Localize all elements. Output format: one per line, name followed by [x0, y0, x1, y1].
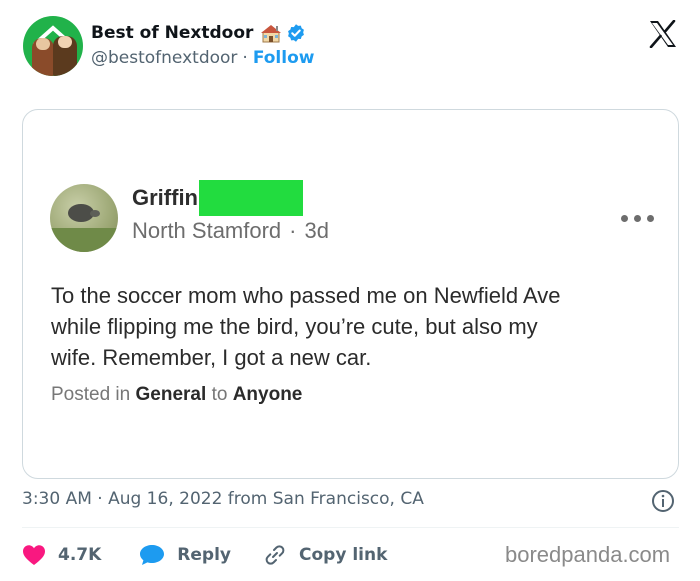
- speech-bubble-icon: [140, 545, 165, 565]
- link-icon: [265, 545, 285, 565]
- info-icon[interactable]: [651, 489, 675, 513]
- like-count: 4.7K: [58, 545, 102, 565]
- account-avatar[interactable]: [23, 16, 83, 76]
- post-body: To the soccer mom who passed me on Newfi…: [51, 280, 661, 373]
- house-emoji-icon: [261, 25, 282, 43]
- posted-in-line: Posted in General to Anyone: [51, 384, 302, 406]
- follow-button[interactable]: Follow: [253, 48, 315, 68]
- post-body-line: To the soccer mom who passed me on Newfi…: [51, 283, 561, 308]
- more-dot: [634, 214, 641, 222]
- watermark: boredpanda.com: [505, 542, 671, 567]
- more-dot: [621, 214, 628, 222]
- puppet-left-face: [36, 38, 50, 50]
- post-body-line: wife. Remember, I got a new car.: [51, 345, 372, 370]
- posted-in-prefix: Posted in: [51, 384, 131, 405]
- post-author-avatar[interactable]: [50, 184, 118, 252]
- heart-icon: [23, 545, 45, 565]
- post-body-line: while flipping me the bird, you’re cute,…: [51, 314, 538, 339]
- display-name-row: Best of Nextdoor: [91, 21, 306, 45]
- x-logo-icon[interactable]: [648, 20, 678, 48]
- turtle-head: [90, 210, 100, 217]
- post-meta: North Stamford · 3d: [132, 218, 329, 244]
- copy-link-label: Copy link: [299, 545, 388, 565]
- to-word: to: [211, 384, 228, 405]
- reply-label: Reply: [177, 545, 231, 565]
- divider: [22, 527, 679, 528]
- more-options-icon[interactable]: [621, 211, 661, 225]
- like-button[interactable]: 4.7K: [22, 544, 101, 566]
- post-author-row: Griffin: [132, 180, 303, 216]
- copy-link-button[interactable]: Copy link: [263, 543, 387, 567]
- account-handle[interactable]: @bestofnextdoor: [91, 48, 237, 68]
- embedded-post-card[interactable]: Griffin North Stamford · 3d To the socce…: [22, 109, 679, 479]
- more-dot: [647, 214, 654, 222]
- avatar-grass: [50, 228, 118, 252]
- reply-button[interactable]: Reply: [139, 544, 231, 566]
- handle-row: @bestofnextdoor · Follow: [91, 48, 314, 68]
- timestamp-text[interactable]: 3:30 AM · Aug 16, 2022 from San Francisc…: [22, 489, 424, 509]
- post-age: 3d: [304, 218, 329, 243]
- meta-separator: ·: [289, 218, 297, 243]
- tweet-header: Best of Nextdoor @bestofnextdoor · Follo…: [0, 0, 700, 92]
- tweet-timestamp[interactable]: 3:30 AM · Aug 16, 2022 from San Francisc…: [22, 489, 424, 509]
- post-audience: Anyone: [232, 384, 303, 405]
- handle-separator: ·: [242, 48, 248, 68]
- post-author-name[interactable]: Griffin: [132, 185, 198, 211]
- post-location[interactable]: North Stamford: [132, 218, 281, 244]
- verified-badge-icon: [288, 24, 305, 42]
- puppet-right-face: [58, 36, 72, 48]
- display-name[interactable]: Best of Nextdoor: [91, 23, 253, 43]
- post-category[interactable]: General: [136, 384, 207, 405]
- name-redaction-block: [199, 180, 303, 216]
- action-bar: 4.7K Reply Copy link: [22, 540, 387, 570]
